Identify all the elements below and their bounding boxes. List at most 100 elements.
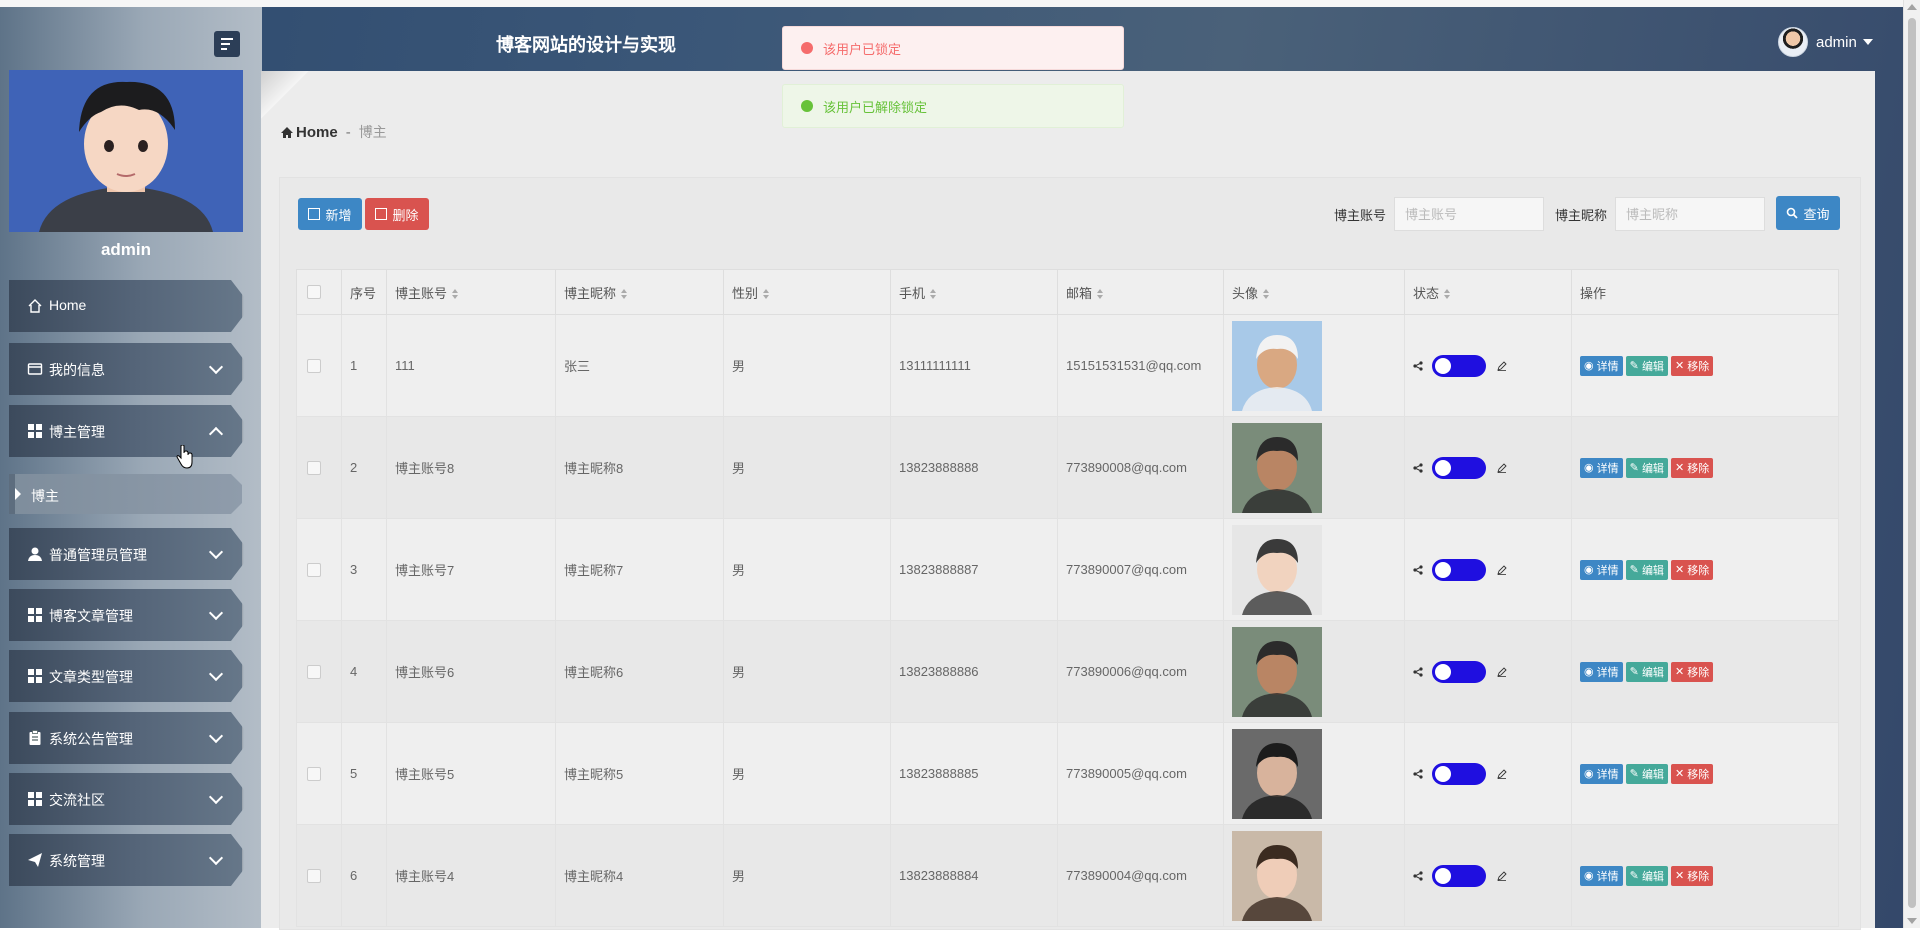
column-header-email[interactable]: 邮箱 xyxy=(1057,269,1224,315)
status-toggle[interactable] xyxy=(1432,558,1486,581)
blogger-photo[interactable] xyxy=(1232,728,1322,819)
remove-button[interactable]: ✕ 移除 xyxy=(1670,559,1714,580)
remove-button[interactable]: ✕ 移除 xyxy=(1670,865,1714,886)
column-header-status[interactable]: 状态 xyxy=(1404,269,1572,315)
sidebar-subitem-blogger[interactable]: 博主 xyxy=(9,474,242,514)
detail-button[interactable]: ◉ 详情 xyxy=(1580,763,1623,784)
column-header-gender[interactable]: 性别 xyxy=(723,269,891,315)
column-label: 性别 xyxy=(732,285,759,301)
detail-button[interactable]: ◉ 详情 xyxy=(1580,559,1623,580)
grid-icon xyxy=(28,608,42,622)
sidebar-item-label: 我的信息 xyxy=(49,362,105,378)
sort-icon[interactable] xyxy=(930,289,937,300)
row-checkbox[interactable] xyxy=(307,460,321,475)
share-icon[interactable] xyxy=(1413,768,1423,779)
pen-icon[interactable] xyxy=(1497,666,1507,677)
person-icon xyxy=(28,547,42,561)
pen-icon[interactable] xyxy=(1497,462,1507,473)
column-header-account[interactable]: 博主账号 xyxy=(386,269,556,315)
add-button[interactable]: 新增 xyxy=(298,198,362,230)
account-search-input[interactable] xyxy=(1394,197,1544,231)
sidebar-item-announcement-management[interactable]: 系统公告管理 xyxy=(9,712,242,764)
sort-icon[interactable] xyxy=(621,289,628,300)
column-header-avatar[interactable]: 头像 xyxy=(1223,269,1405,315)
share-icon[interactable] xyxy=(1413,870,1423,881)
share-icon[interactable] xyxy=(1413,666,1423,677)
edit-button[interactable]: ✎ 编辑 xyxy=(1625,457,1668,478)
sidebar-item-article-type-management[interactable]: 文章类型管理 xyxy=(9,650,242,702)
remove-button[interactable]: ✕ 移除 xyxy=(1670,355,1714,376)
sidebar-item-blog-article-management[interactable]: 博客文章管理 xyxy=(9,589,242,641)
detail-button[interactable]: ◉ 详情 xyxy=(1580,457,1623,478)
blogger-photo[interactable] xyxy=(1232,626,1322,717)
pen-icon[interactable] xyxy=(1497,360,1507,371)
sidebar-item-community[interactable]: 交流社区 xyxy=(9,773,242,825)
blogger-photo[interactable] xyxy=(1232,524,1322,615)
edit-button[interactable]: ✎ 编辑 xyxy=(1625,865,1668,886)
scroll-up-arrow-icon[interactable] xyxy=(1907,4,1917,10)
sidebar-item-blogger-management[interactable]: 博主管理 xyxy=(9,405,242,457)
share-icon[interactable] xyxy=(1413,564,1423,575)
column-header-nickname[interactable]: 博主昵称 xyxy=(555,269,724,315)
detail-button[interactable]: ◉ 详情 xyxy=(1580,661,1623,682)
sort-icon[interactable] xyxy=(1444,289,1451,300)
sidebar-item-my-info[interactable]: 我的信息 xyxy=(9,343,242,395)
select-all-checkbox[interactable] xyxy=(307,285,321,299)
query-button[interactable]: 查询 xyxy=(1776,196,1840,230)
sidebar-item-label: 文章类型管理 xyxy=(49,669,133,685)
sidebar-item-system-management[interactable]: 系统管理 xyxy=(9,834,242,886)
scrollbar-thumb[interactable] xyxy=(1908,18,1916,908)
status-toggle[interactable] xyxy=(1432,354,1486,377)
detail-button[interactable]: ◉ 详情 xyxy=(1580,355,1623,376)
status-toggle[interactable] xyxy=(1432,762,1486,785)
remove-button[interactable]: ✕ 移除 xyxy=(1670,457,1714,478)
row-checkbox[interactable] xyxy=(307,868,321,883)
sort-icon[interactable] xyxy=(452,289,459,300)
share-icon[interactable] xyxy=(1413,360,1423,371)
cell-actions: ◉ 详情 ✎ 编辑 ✕ 移除 xyxy=(1571,620,1839,723)
edit-icon: ✎ xyxy=(1629,462,1642,474)
blogger-photo[interactable] xyxy=(1232,830,1322,921)
edit-button[interactable]: ✎ 编辑 xyxy=(1625,763,1668,784)
sidebar-subitem-label: 博主 xyxy=(31,488,59,504)
row-checkbox[interactable] xyxy=(307,562,321,577)
sidebar-item-label: 系统公告管理 xyxy=(49,731,133,747)
delete-button[interactable]: 删除 xyxy=(365,198,429,230)
remove-button[interactable]: ✕ 移除 xyxy=(1670,763,1714,784)
edit-button[interactable]: ✎ 编辑 xyxy=(1625,559,1668,580)
user-menu[interactable]: admin xyxy=(1778,27,1873,57)
pen-icon[interactable] xyxy=(1497,564,1507,575)
edit-button[interactable]: ✎ 编辑 xyxy=(1625,355,1668,376)
row-checkbox[interactable] xyxy=(307,766,321,781)
pen-icon[interactable] xyxy=(1497,870,1507,881)
row-checkbox[interactable] xyxy=(307,358,321,373)
sort-icon[interactable] xyxy=(1097,289,1104,300)
sort-icon[interactable] xyxy=(763,289,770,300)
row-select-cell xyxy=(296,722,342,825)
success-circle-icon xyxy=(801,100,813,112)
breadcrumb-home-link[interactable]: Home xyxy=(296,124,338,141)
row-checkbox[interactable] xyxy=(307,664,321,679)
sidebar-item-home[interactable]: Home xyxy=(9,280,242,332)
scroll-down-arrow-icon[interactable] xyxy=(1907,918,1917,924)
sidebar-item-admin-management[interactable]: 普通管理员管理 xyxy=(9,528,242,580)
status-toggle[interactable] xyxy=(1432,864,1486,887)
edit-button[interactable]: ✎ 编辑 xyxy=(1625,661,1668,682)
cell-status xyxy=(1404,722,1572,825)
blogger-photo[interactable] xyxy=(1232,320,1322,411)
nickname-search-input[interactable] xyxy=(1615,197,1765,231)
detail-button[interactable]: ◉ 详情 xyxy=(1580,865,1623,886)
sort-icon[interactable] xyxy=(1263,289,1270,300)
column-header-phone[interactable]: 手机 xyxy=(890,269,1058,315)
status-toggle[interactable] xyxy=(1432,660,1486,683)
pen-icon[interactable] xyxy=(1497,768,1507,779)
blogger-photo[interactable] xyxy=(1232,422,1322,513)
page-scrollbar[interactable] xyxy=(1903,0,1920,928)
remove-button[interactable]: ✕ 移除 xyxy=(1670,661,1714,682)
menu-toggle-button[interactable] xyxy=(214,31,240,57)
status-toggle[interactable] xyxy=(1432,456,1486,479)
cell-phone: 13823888888 xyxy=(890,416,1058,519)
share-icon[interactable] xyxy=(1413,462,1423,473)
site-title: 博客网站的设计与实现 xyxy=(496,35,676,55)
add-button-label: 新增 xyxy=(325,207,352,223)
